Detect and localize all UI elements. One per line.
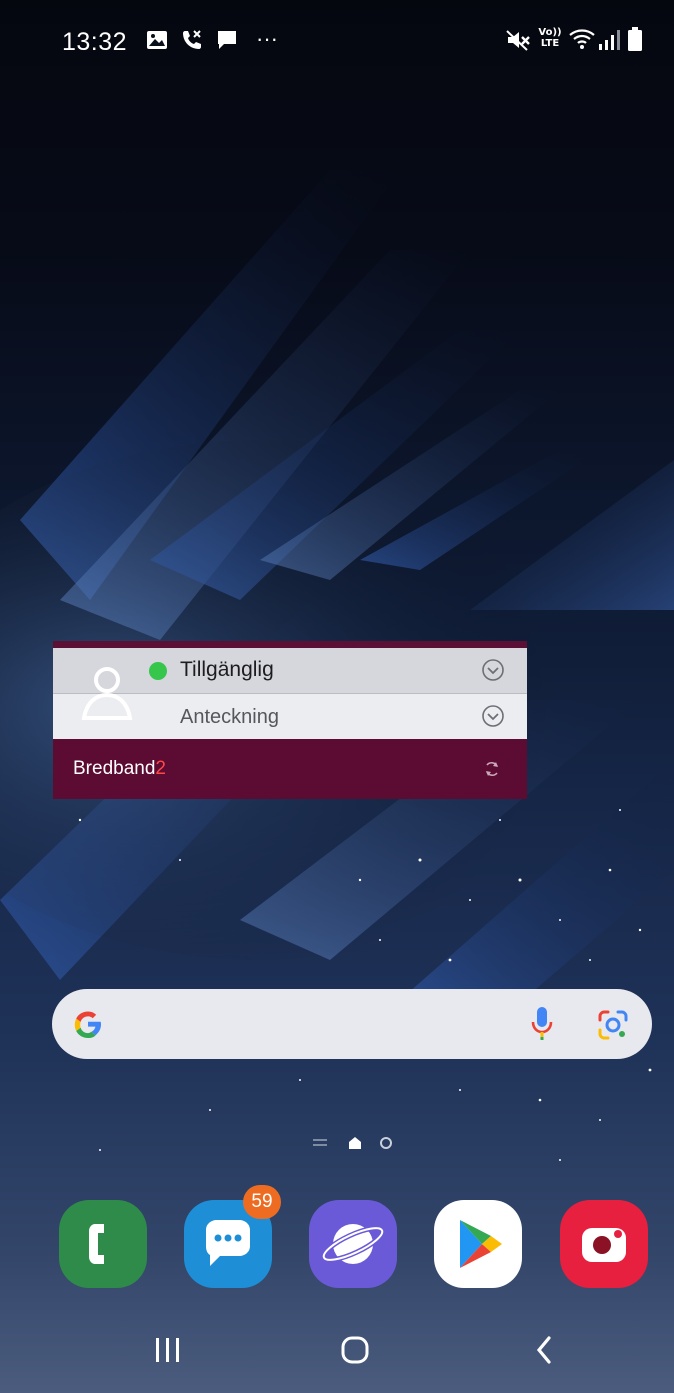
google-search-bar[interactable] xyxy=(52,989,652,1059)
gallery-icon xyxy=(147,31,167,49)
google-logo-icon xyxy=(74,1011,101,1038)
navigation-bar xyxy=(0,1310,674,1393)
battery-icon xyxy=(628,27,642,51)
missed-call-icon xyxy=(183,30,201,49)
brand-name: Bredband xyxy=(73,758,156,779)
brand-logo: Bredband2 xyxy=(73,758,166,780)
mute-icon xyxy=(506,30,530,51)
home-icon[interactable] xyxy=(325,1326,385,1376)
play-store-app-icon[interactable] xyxy=(434,1200,522,1288)
person-icon xyxy=(81,667,133,720)
google-lens-icon[interactable] xyxy=(596,1008,630,1042)
more-notifications-icon: ··· xyxy=(256,26,278,51)
chevron-down-icon[interactable] xyxy=(481,704,505,728)
back-icon[interactable] xyxy=(515,1326,575,1376)
clock: 13:32 xyxy=(62,28,128,56)
status-label: Tillgänglig xyxy=(180,658,274,681)
widget-footer: Bredband2 xyxy=(53,739,527,799)
microphone-icon[interactable] xyxy=(527,1004,557,1044)
brand-accent: 2 xyxy=(155,758,166,779)
status-bar: 13:32 ··· Vo)) LTE xyxy=(0,0,674,80)
volte-label: Vo)) xyxy=(538,27,562,38)
wifi-icon xyxy=(569,29,595,49)
message-icon xyxy=(218,31,236,49)
volte-icon: Vo)) LTE xyxy=(538,27,562,49)
note-label: Anteckning xyxy=(180,706,279,728)
refresh-icon[interactable] xyxy=(483,760,501,778)
unread-badge: 59 xyxy=(243,1185,281,1219)
status-dot xyxy=(149,662,167,680)
home-screen: 13:32 ··· Vo)) LTE Tillgänglig Antecknin… xyxy=(0,0,674,1393)
page-indicator[interactable] xyxy=(307,1133,397,1153)
phone-app-icon[interactable] xyxy=(59,1200,147,1288)
home-page-icon xyxy=(349,1137,361,1149)
camera-app-icon[interactable] xyxy=(560,1200,648,1288)
presence-widget[interactable]: Tillgänglig Anteckning Bredband2 xyxy=(53,641,527,799)
lte-label: LTE xyxy=(540,38,560,49)
chevron-down-icon[interactable] xyxy=(481,658,505,682)
internet-app-icon[interactable] xyxy=(309,1200,397,1288)
widget-top-border xyxy=(53,641,527,648)
menu-page-icon xyxy=(313,1139,327,1146)
page-dot-icon xyxy=(380,1137,392,1149)
recents-icon[interactable] xyxy=(138,1326,198,1376)
signal-icon xyxy=(599,30,620,50)
